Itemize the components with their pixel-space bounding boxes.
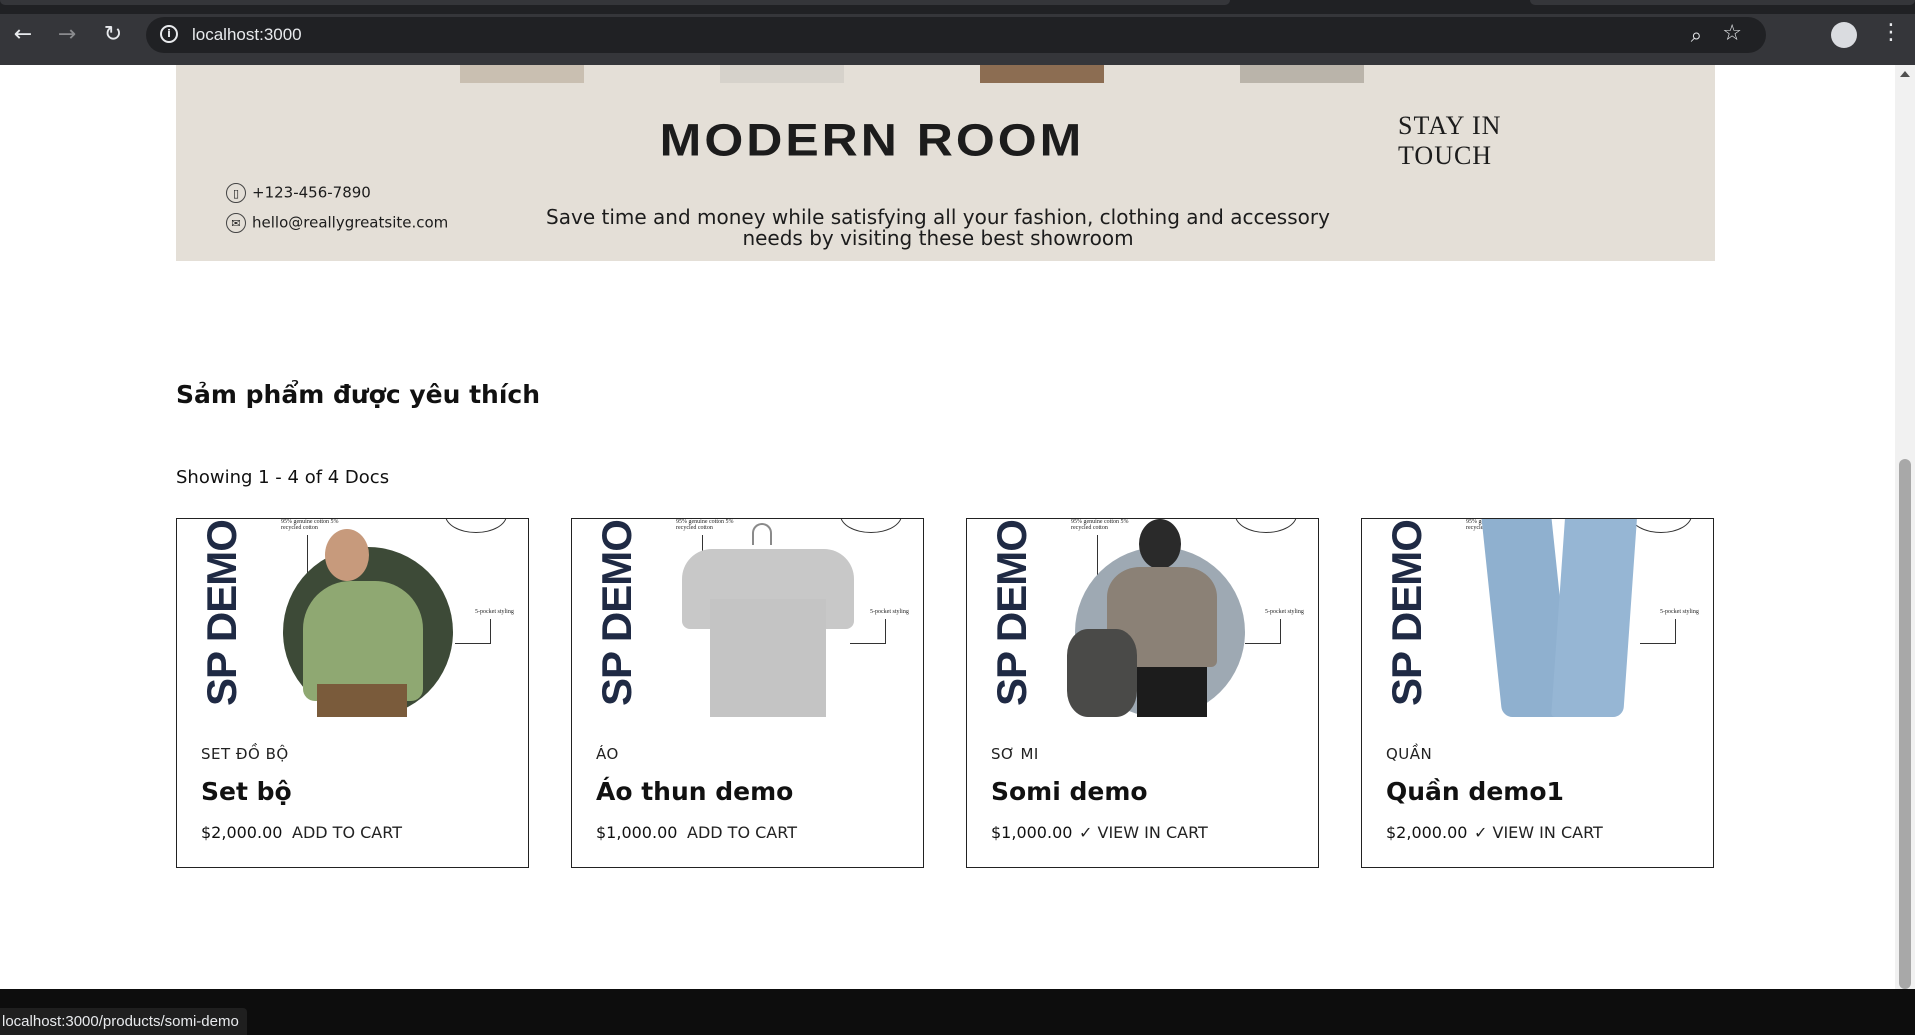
product-image-label: SP DEMO 15 <box>199 519 245 706</box>
mail-icon: ✉ <box>226 213 246 233</box>
address-bar[interactable]: i localhost:3000 ⌕ ☆ <box>146 17 1766 53</box>
reload-button[interactable]: ↻ <box>98 20 128 50</box>
email-address: hello@reallygreatsite.com <box>252 213 449 232</box>
jeans-right-leg <box>1551 519 1637 717</box>
callout-top: 95% genuine cotton 5% recycled cotton <box>676 519 734 531</box>
decor-circle <box>840 519 902 533</box>
email-contact: ✉ hello@reallygreatsite.com <box>226 213 448 233</box>
black-pants <box>1137 667 1207 717</box>
callout-line <box>1675 619 1676 643</box>
link-status-bar: localhost:3000/products/somi-demo <box>0 1008 247 1035</box>
section-title: Sảm phẩm được yêu thích <box>176 380 541 409</box>
product-image[interactable]: SP DEMO 04 95% genuine cotton 5% recycle… <box>572 519 922 717</box>
view-in-cart-link[interactable]: ✓ VIEW IN CART <box>1474 823 1603 842</box>
url-text[interactable]: localhost:3000 <box>192 25 302 45</box>
banner-headline: MODERN ROOM <box>659 114 1085 166</box>
banner-photo <box>980 65 1104 83</box>
decor-circle <box>1235 519 1297 533</box>
product-image-label: SP DEMO 22 <box>989 519 1035 706</box>
plaid-bottom <box>317 684 407 717</box>
tab-strip <box>0 0 1915 14</box>
callout-side: 5-pocket styling <box>1660 609 1699 615</box>
callout-side: 5-pocket styling <box>475 609 514 615</box>
browser-toolbar: ← → ↻ i localhost:3000 ⌕ ☆ ⋮ <box>0 0 1915 65</box>
scrollbar-thumb[interactable] <box>1899 459 1911 989</box>
callout-line <box>1245 643 1281 644</box>
page-footer <box>0 989 1915 1035</box>
tshirt-body <box>710 599 826 717</box>
product-card[interactable]: SP DEMO 15 95% genuine cotton 5% recycle… <box>176 518 529 868</box>
add-to-cart-button[interactable]: ADD TO CART <box>292 823 402 842</box>
product-card[interactable]: SP DEMO 22 95% genuine cotton 5% recycle… <box>966 518 1319 868</box>
product-image-label: SP DEMO 07 <box>1384 519 1430 706</box>
hanger-hook <box>752 523 772 545</box>
product-card[interactable]: SP DEMO 07 95% genuine cotton 5% recycle… <box>1361 518 1714 868</box>
product-price: $1,000.00 <box>991 823 1073 842</box>
bookmark-star-icon[interactable]: ☆ <box>1722 21 1742 46</box>
tab[interactable] <box>0 0 1230 5</box>
callout-top: 95% genuine cotton 5% recycled cotton <box>1071 519 1129 531</box>
tab[interactable] <box>1530 0 1915 5</box>
green-shirt <box>303 581 423 701</box>
callout-line <box>885 619 886 643</box>
phone-icon: ▯ <box>226 183 246 203</box>
stay-line-2: TOUCH <box>1398 141 1493 170</box>
model-head <box>1139 519 1181 569</box>
product-name[interactable]: Set bộ <box>201 777 292 806</box>
decor-circle <box>1630 519 1692 533</box>
banner-photo <box>720 65 844 83</box>
product-image[interactable]: SP DEMO 07 95% genuine cotton 5% recycle… <box>1362 519 1712 717</box>
banner-photo <box>460 65 584 83</box>
zoom-icon[interactable]: ⌕ <box>1691 23 1702 47</box>
promo-banner: MODERN ROOM STAY IN TOUCH ▯ +123-456-7890… <box>176 65 1715 261</box>
product-category: QUẦN <box>1386 745 1433 763</box>
product-name[interactable]: Áo thun demo <box>596 777 793 806</box>
callout-line <box>1280 619 1281 643</box>
stay-line-1: STAY IN <box>1398 111 1502 140</box>
product-price: $2,000.00 <box>1386 823 1468 842</box>
profile-avatar[interactable] <box>1831 22 1857 48</box>
banner-photo <box>1240 65 1364 83</box>
forward-button[interactable]: → <box>52 20 82 50</box>
product-image[interactable]: SP DEMO 22 95% genuine cotton 5% recycle… <box>967 519 1317 717</box>
callout-line <box>490 619 491 643</box>
decor-circle <box>445 519 507 533</box>
product-price: $1,000.00 <box>596 823 678 842</box>
callout-side: 5-pocket styling <box>870 609 909 615</box>
back-button[interactable]: ← <box>8 20 38 50</box>
product-card[interactable]: SP DEMO 04 95% genuine cotton 5% recycle… <box>571 518 924 868</box>
site-info-icon[interactable]: i <box>160 25 178 43</box>
browser-menu-icon[interactable]: ⋮ <box>1880 18 1902 48</box>
add-to-cart-button[interactable]: ADD TO CART <box>687 823 797 842</box>
callout-line <box>1640 643 1676 644</box>
product-category: ÁO <box>596 745 619 763</box>
phone-contact: ▯ +123-456-7890 <box>226 183 371 203</box>
product-name[interactable]: Somi demo <box>991 777 1148 806</box>
product-category: SET ĐỒ BỘ <box>201 745 289 763</box>
jacket-in-hand <box>1067 629 1137 717</box>
product-category: SƠ MI <box>991 745 1039 763</box>
page-scrollbar[interactable] <box>1895 65 1915 989</box>
callout-line <box>455 643 491 644</box>
phone-number: +123-456-7890 <box>252 183 371 202</box>
results-count: Showing 1 - 4 of 4 Docs <box>176 467 390 488</box>
callout-line <box>850 643 886 644</box>
banner-tagline: Save time and money while satisfying all… <box>546 205 1330 250</box>
callout-side: 5-pocket styling <box>1265 609 1304 615</box>
callout-line <box>1097 535 1098 575</box>
product-image-label: SP DEMO 04 <box>594 519 640 706</box>
product-price: $2,000.00 <box>201 823 283 842</box>
model-head <box>325 529 369 581</box>
view-in-cart-link[interactable]: ✓ VIEW IN CART <box>1079 823 1208 842</box>
scroll-up-arrow-icon[interactable] <box>1900 71 1910 77</box>
product-name[interactable]: Quần demo1 <box>1386 777 1564 806</box>
callout-line <box>307 535 308 575</box>
product-image[interactable]: SP DEMO 15 95% genuine cotton 5% recycle… <box>177 519 527 717</box>
stay-in-touch-text: STAY IN TOUCH <box>1398 111 1501 171</box>
